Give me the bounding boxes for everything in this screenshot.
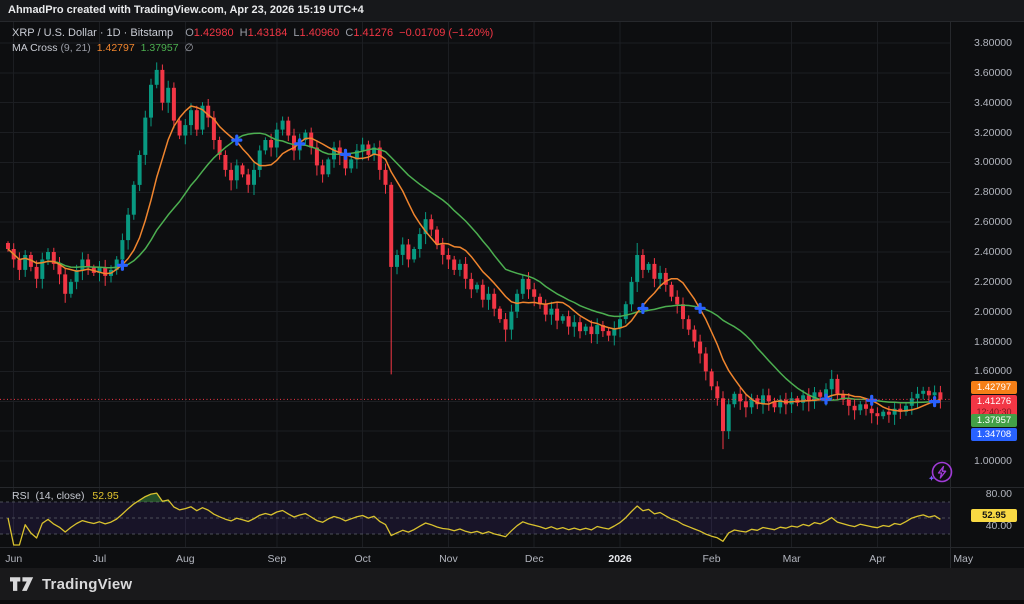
high-label: H (240, 27, 248, 39)
ma-cross-params: (9, 21) (60, 42, 90, 54)
time-axis[interactable]: Jun Jul Aug Sep Oct Nov Dec 2026 Feb Mar Apr May (0, 547, 1024, 568)
rsi-name: RSI (12, 490, 30, 502)
rsi-params: (14, close) (35, 490, 84, 502)
footer-bar: TradingView (0, 568, 1024, 604)
open-label: O (185, 27, 194, 39)
ma-short-price-label: 1.42797 (971, 381, 1017, 394)
month-label: May (953, 553, 973, 565)
ma-short-value: 1.42797 (97, 42, 135, 54)
price-tick-label: 3.80000 (974, 37, 1012, 49)
rsi-legend[interactable]: RSI (14, close) 52.95 (12, 490, 119, 502)
attribution-text: AhmadPro created with TradingView.com, A… (8, 4, 364, 16)
price-tick-label: 1.80000 (974, 336, 1012, 348)
symbol-title: XRP / U.S. Dollar · 1D · Bitstamp (12, 27, 173, 39)
price-tick-label: 2.00000 (974, 306, 1012, 318)
symbol-legend-row[interactable]: XRP / U.S. Dollar · 1D · Bitstamp O1.429… (12, 27, 496, 39)
ma-long-price-value: 1.37957 (977, 415, 1011, 426)
month-label: Apr (869, 553, 885, 565)
crosses-price-value: 1.34708 (977, 429, 1011, 440)
price-tick-label: 2.60000 (974, 216, 1012, 228)
price-tick-label: 2.80000 (974, 186, 1012, 198)
rsi-tick-label: 80.00 (986, 488, 1012, 500)
price-tick-label: 2.40000 (974, 246, 1012, 258)
price-tick-label: 3.40000 (974, 97, 1012, 109)
high-value: 1.43184 (248, 27, 288, 39)
open-value: 1.42980 (194, 27, 234, 39)
crosses-price-label: 1.34708 (971, 428, 1017, 441)
month-label: Dec (525, 553, 544, 565)
change-value: −0.01709 (−1.20%) (399, 27, 493, 39)
close-value: 1.41276 (353, 27, 393, 39)
ma-short-price-value: 1.42797 (977, 382, 1011, 393)
price-tick-label: 3.00000 (974, 156, 1012, 168)
ma-long-value: 1.37957 (141, 42, 179, 54)
month-label: Nov (439, 553, 458, 565)
month-label: Feb (703, 553, 721, 565)
ma-long-price-label: 1.37957 (971, 414, 1017, 427)
price-axis[interactable]: 3.80000 3.60000 3.40000 3.20000 3.00000 2.800… (950, 22, 1024, 568)
attribution-bar: AhmadPro created with TradingView.com, A… (0, 0, 1024, 22)
price-tick-label: 3.60000 (974, 67, 1012, 79)
rsi-value-label: 52.95 (971, 509, 1017, 522)
price-tick-label: 1.60000 (974, 365, 1012, 377)
rsi-value-text: 52.95 (982, 510, 1006, 521)
month-label: Aug (176, 553, 195, 565)
brand-text: TradingView (42, 576, 132, 593)
crosses-null-value: ∅ (185, 42, 194, 54)
price-tick-label: 1.00000 (974, 455, 1012, 467)
last-price-value: 1.41276 (971, 396, 1017, 407)
month-label: Sep (267, 553, 286, 565)
price-tick-label: 3.20000 (974, 127, 1012, 139)
rsi-value: 52.95 (92, 490, 118, 502)
ma-cross-name: MA Cross (12, 42, 58, 54)
boost-button[interactable] (925, 459, 955, 487)
chart-canvas[interactable] (0, 0, 1024, 604)
month-label: Mar (783, 553, 801, 565)
low-value: 1.40960 (300, 27, 340, 39)
price-tick-label: 2.20000 (974, 276, 1012, 288)
month-label: Oct (354, 553, 370, 565)
lightning-circle-icon (925, 459, 955, 487)
month-label: Jun (5, 553, 22, 565)
year-label: 2026 (608, 553, 631, 565)
month-label: Jul (93, 553, 106, 565)
main-legend: XRP / U.S. Dollar · 1D · Bitstamp O1.429… (12, 27, 496, 54)
tradingview-logo-icon (10, 577, 34, 592)
ma-cross-legend-row[interactable]: MA Cross (9, 21) 1.42797 1.37957 ∅ (12, 42, 496, 54)
low-label: L (293, 27, 299, 39)
